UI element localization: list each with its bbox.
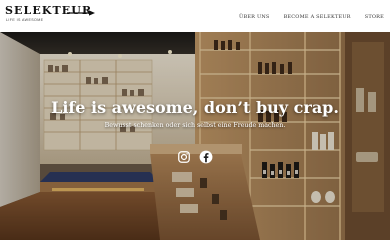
hero-subtitle: Bewusst schenken oder sich selbst eine F… bbox=[104, 122, 286, 129]
facebook-icon[interactable] bbox=[199, 150, 213, 164]
hero-overlay bbox=[0, 32, 390, 240]
hero-section: Life is awesome, don’t buy crap. Bewusst… bbox=[0, 32, 390, 240]
main-nav: ÜBER UNS BECOME A SELEKTEUR STORE bbox=[239, 12, 384, 22]
site-header: SELEKTEUR LIFE IS AWESOME ÜBER UNS BECOM… bbox=[0, 0, 390, 32]
nav-item-become-a-selekteur[interactable]: BECOME A SELEKTEUR bbox=[284, 14, 351, 20]
site-logo[interactable]: SELEKTEUR LIFE IS AWESOME bbox=[5, 5, 95, 25]
nav-item-ueber-uns[interactable]: ÜBER UNS bbox=[239, 14, 270, 20]
social-links bbox=[0, 150, 390, 164]
instagram-icon[interactable] bbox=[177, 150, 191, 164]
hero-title: Life is awesome, don’t buy crap. bbox=[51, 98, 339, 117]
logo-tagline: LIFE IS AWESOME bbox=[6, 18, 44, 22]
page: SELEKTEUR LIFE IS AWESOME ÜBER UNS BECOM… bbox=[0, 0, 390, 240]
nav-item-store[interactable]: STORE bbox=[365, 14, 384, 20]
logo-arrow-icon bbox=[67, 10, 95, 16]
